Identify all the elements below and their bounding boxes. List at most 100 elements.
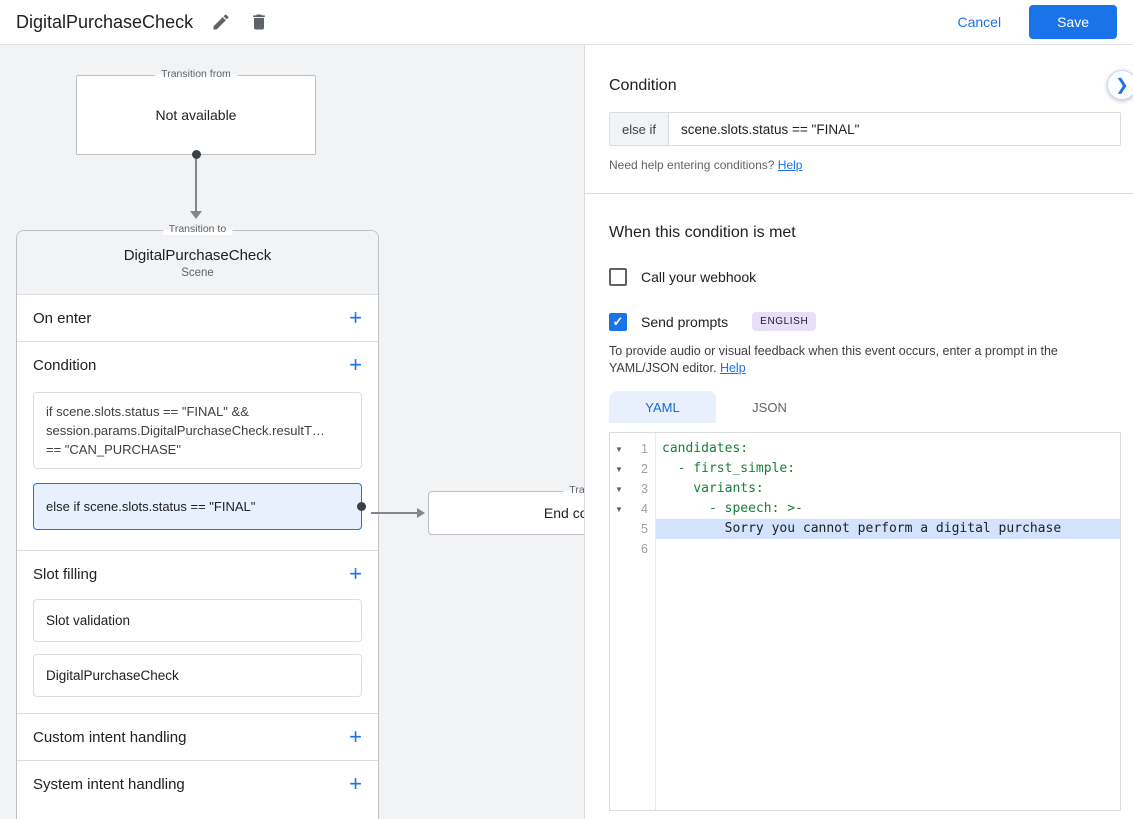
end-conversation-node[interactable]: Transition to End conversation (428, 484, 584, 535)
line-number: 2 (641, 462, 648, 476)
delete-scene-button[interactable] (249, 12, 269, 32)
custom-intent-section[interactable]: Custom intent handling + (17, 713, 378, 760)
add-on-enter-icon[interactable]: + (349, 307, 362, 329)
slot-filling-label: Slot filling (33, 565, 98, 583)
condition-detail-panel: ❯ Condition else if Need help entering c… (584, 45, 1133, 819)
line-number: 6 (641, 542, 648, 556)
chevron-right-icon: ❯ (1115, 77, 1129, 94)
condition-item-2-selected[interactable]: else if scene.slots.status == "FINAL" (33, 483, 366, 530)
editor-code-area[interactable]: candidates: - first_simple: variants: - … (656, 433, 1120, 810)
yaml-editor[interactable]: ▼ 1 ▼ 2 ▼ 3 ▼ 4 5 6 candidates: - first_simp… (609, 432, 1121, 811)
fold-toggle-icon[interactable]: ▼ (610, 485, 628, 494)
topbar: DigitalPurchaseCheck Cancel Save (0, 0, 1133, 45)
add-system-intent-icon[interactable]: + (349, 773, 362, 795)
end-node-value: End conversation (543, 505, 584, 521)
line-number: 5 (641, 522, 648, 536)
line-number: 3 (641, 482, 648, 496)
send-prompts-checkbox[interactable]: ✓ (609, 312, 627, 331)
edit-title-button[interactable] (211, 12, 231, 32)
transition-from-value: Not available (155, 107, 237, 123)
code-line-highlighted: Sorry you cannot perform a digital purch… (656, 519, 1120, 539)
checkmark-icon: ✓ (612, 313, 624, 329)
cancel-button[interactable]: Cancel (943, 6, 1015, 38)
condition-item-1[interactable]: if scene.slots.status == "FINAL" && sess… (33, 392, 362, 469)
condition-help-line: Need help entering conditions? Help (609, 158, 1121, 172)
condition-item-1-line3: == "CAN_PURCHASE" (46, 442, 181, 457)
collapse-panel-button[interactable]: ❯ (1107, 70, 1133, 100)
scene-card-title: DigitalPurchaseCheck (123, 247, 272, 264)
slot-filling-section[interactable]: Slot filling + (17, 550, 378, 597)
condition-help-text: Need help entering conditions? (609, 158, 775, 172)
end-node-transition-label: Transition to (563, 484, 584, 496)
fold-toggle-icon[interactable]: ▼ (610, 505, 628, 514)
webhook-checkbox[interactable] (609, 268, 627, 286)
slot-item-validation[interactable]: Slot validation (33, 599, 362, 642)
trash-icon (253, 14, 265, 30)
editor-tabs: YAML JSON (609, 391, 1121, 423)
slot-item-digitalpurchasecheck-text: DigitalPurchaseCheck (46, 668, 179, 683)
webhook-label: Call your webhook (641, 269, 757, 285)
condition-expression-input[interactable] (668, 113, 1120, 145)
condition-item-2-text: else if scene.slots.status == "FINAL" (46, 499, 256, 514)
system-intent-section[interactable]: System intent handling + (17, 760, 378, 807)
scene-node-card[interactable]: Transition to DigitalPurchaseCheck Scene… (16, 223, 379, 819)
condition-item-1-line1: if scene.slots.status == "FINAL" && (46, 404, 249, 419)
connector-port-dot (357, 502, 366, 511)
custom-intent-label: Custom intent handling (33, 728, 187, 746)
slot-list: Slot validation DigitalPurchaseCheck (17, 597, 378, 713)
gutter-row: ▼ 3 (610, 479, 655, 499)
editor-gutter: ▼ 1 ▼ 2 ▼ 3 ▼ 4 5 6 (610, 433, 656, 810)
tab-yaml[interactable]: YAML (609, 391, 716, 423)
fold-toggle-icon[interactable]: ▼ (610, 445, 628, 454)
connector-port-dot (191, 150, 201, 159)
save-button[interactable]: Save (1029, 5, 1117, 39)
condition-prefix-chip: else if (610, 113, 669, 145)
code-line: candidates: (662, 441, 749, 456)
code-line: - speech: >- (662, 501, 803, 516)
topbar-actions: Cancel Save (943, 5, 1117, 39)
gutter-row: ▼ 1 (610, 439, 655, 459)
transition-to-label: Transition to (162, 223, 233, 235)
condition-section-label: Condition (33, 356, 97, 374)
language-badge: ENGLISH (752, 312, 817, 331)
on-enter-label: On enter (33, 309, 92, 327)
send-prompts-label: Send prompts (641, 313, 729, 330)
condition-editor-row: else if (609, 112, 1121, 146)
condition-item-1-line2: session.params.DigitalPurchaseCheck.resu… (46, 423, 325, 438)
gutter-row: 6 (610, 539, 655, 559)
code-line: - first_simple: (662, 461, 796, 476)
prompt-help-link[interactable]: Help (720, 361, 746, 375)
add-condition-icon[interactable]: + (349, 354, 362, 376)
transition-from-label: Transition from (155, 68, 237, 80)
webhook-row: Call your webhook (609, 268, 1121, 286)
panel-title: Condition (609, 77, 677, 94)
add-slot-icon[interactable]: + (349, 563, 362, 585)
panel-divider (585, 193, 1133, 194)
line-number: 4 (641, 502, 648, 516)
main-content: Transition from Not available Transition… (0, 45, 1133, 819)
tab-json[interactable]: JSON (716, 391, 823, 423)
when-met-heading: When this condition is met (609, 224, 796, 241)
connector-arrowhead-down (190, 211, 202, 219)
prompt-description: To provide audio or visual feedback when… (609, 343, 1114, 377)
system-intent-label: System intent handling (33, 775, 185, 793)
condition-list: if scene.slots.status == "FINAL" && sess… (17, 388, 378, 550)
send-prompts-row: ✓ Send prompts ENGLISH (609, 312, 1121, 331)
transition-from-node[interactable]: Transition from Not available (76, 68, 316, 159)
slot-item-digitalpurchasecheck[interactable]: DigitalPurchaseCheck (33, 654, 362, 697)
connector-line-horizontal (371, 512, 418, 514)
on-enter-section[interactable]: On enter + (17, 294, 378, 341)
line-number: 1 (641, 442, 648, 456)
add-custom-intent-icon[interactable]: + (349, 726, 362, 748)
scene-flow-canvas[interactable]: Transition from Not available Transition… (0, 45, 584, 819)
prompt-description-text: To provide audio or visual feedback when… (609, 344, 1058, 375)
gutter-row: 5 (610, 519, 655, 539)
condition-help-link[interactable]: Help (778, 158, 803, 172)
pencil-icon (213, 14, 229, 30)
gutter-row: ▼ 2 (610, 459, 655, 479)
condition-section[interactable]: Condition + (17, 341, 378, 388)
connector-line-vertical (195, 159, 197, 211)
fold-toggle-icon[interactable]: ▼ (610, 465, 628, 474)
slot-item-validation-text: Slot validation (46, 613, 131, 628)
